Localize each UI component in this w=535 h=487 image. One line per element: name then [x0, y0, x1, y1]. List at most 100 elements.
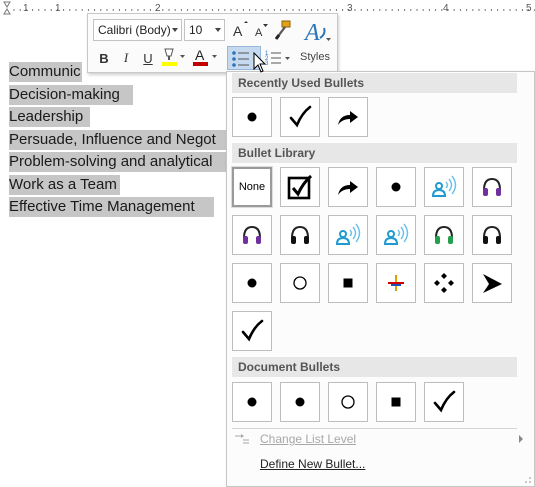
bullet-option[interactable] — [232, 97, 272, 137]
filled-circle-bullet-icon — [247, 112, 257, 122]
bullet-option[interactable] — [424, 215, 464, 255]
ruler-number: 3 — [347, 3, 353, 14]
document-line[interactable]: Persuade, Influence and Negot — [9, 130, 226, 150]
highlight-color-button[interactable] — [160, 47, 186, 67]
change-level-icon — [235, 434, 249, 444]
font-name-dropdown[interactable]: Calibri (Body) — [93, 19, 182, 41]
section-header-document: Document Bullets — [232, 357, 517, 377]
svg-text:A: A — [233, 23, 243, 39]
filled-circle-bullet-icon — [391, 182, 401, 192]
document-line[interactable]: Decision-making — [9, 85, 133, 105]
shrink-font-button[interactable]: A — [252, 20, 270, 40]
resize-grip-icon[interactable] — [524, 476, 532, 484]
document-line[interactable]: Problem-solving and analytical — [9, 152, 226, 172]
numbering-button[interactable]: 1 2 3 — [263, 48, 293, 68]
filled-circle-bullet-icon — [247, 278, 257, 288]
ruler-number: 1 — [55, 3, 61, 14]
bullet-gallery-dropdown: Recently Used Bullets Bullet Library Non… — [226, 71, 535, 487]
chevron-down-icon — [215, 28, 221, 32]
section-header-recent: Recently Used Bullets — [232, 73, 517, 93]
bullet-option[interactable] — [424, 167, 464, 207]
font-color-button[interactable]: A — [190, 47, 218, 67]
arrowhead-bullet-icon — [483, 274, 502, 293]
headphones-black-bullet-icon — [291, 225, 309, 244]
bullet-option[interactable] — [328, 167, 368, 207]
ruler-number: 1 — [23, 3, 29, 14]
arrow-bullet-icon — [338, 111, 358, 125]
grow-font-button[interactable]: A — [230, 20, 250, 40]
document-line[interactable]: Leadership — [9, 107, 90, 127]
bullet-option[interactable] — [424, 263, 464, 303]
font-name-value: Calibri (Body) — [98, 23, 171, 37]
format-painter-icon — [274, 20, 291, 40]
font-size-value: 10 — [189, 23, 203, 37]
bold-button[interactable]: B — [96, 48, 112, 68]
bullet-option[interactable] — [472, 263, 512, 303]
bullet-option[interactable] — [280, 263, 320, 303]
star-color-bullet-icon — [388, 275, 404, 291]
bullet-option[interactable] — [280, 215, 320, 255]
arrow-bullet-icon — [338, 181, 358, 195]
svg-text:A: A — [195, 47, 205, 63]
italic-button[interactable]: I — [118, 48, 134, 68]
bullet-option[interactable] — [232, 263, 272, 303]
change-list-level-item[interactable]: Change List Level — [227, 428, 534, 450]
bullet-option[interactable] — [232, 215, 272, 255]
shrink-font-icon: A — [255, 24, 268, 39]
chevron-right-icon — [519, 435, 523, 443]
bullet-option[interactable] — [472, 215, 512, 255]
checkbox-bullet-icon — [287, 174, 313, 200]
bullet-option[interactable] — [376, 167, 416, 207]
svg-text:A: A — [303, 20, 320, 46]
styles-icon: A — [303, 20, 331, 46]
checkmark-bullet-icon — [433, 390, 456, 413]
document-line[interactable]: Work as a Team — [9, 175, 120, 195]
chevron-down-icon — [172, 28, 178, 32]
four-diamonds-bullet-icon — [434, 273, 454, 293]
bullet-option[interactable] — [232, 382, 272, 422]
bullet-option[interactable] — [328, 215, 368, 255]
define-new-bullet-item[interactable]: Define New Bullet... — [227, 453, 534, 475]
font-color-icon: A — [193, 47, 217, 66]
filled-circle-bullet-icon — [247, 397, 257, 407]
none-label: None — [238, 181, 266, 193]
person-wifi-blue-bullet-icon — [335, 223, 361, 245]
font-size-dropdown[interactable]: 10 — [184, 19, 225, 41]
bullet-option[interactable] — [472, 167, 512, 207]
bullet-option[interactable] — [328, 382, 368, 422]
bullet-option[interactable] — [328, 263, 368, 303]
ruler-number: 4 — [443, 3, 449, 14]
bullet-option[interactable] — [280, 97, 320, 137]
headphones-black-bullet-icon — [483, 225, 501, 244]
checkmark-bullet-icon — [241, 319, 264, 342]
bullet-option[interactable] — [376, 263, 416, 303]
bullet-option[interactable] — [424, 382, 464, 422]
change-list-level-label: Change List Level — [260, 432, 357, 446]
numbered-list-icon: 1 2 3 — [265, 51, 290, 67]
headphones-green-bullet-icon — [435, 225, 453, 244]
section-header-library: Bullet Library — [232, 143, 517, 163]
bullet-option-none[interactable]: None — [231, 166, 273, 208]
square-bullet-icon — [391, 397, 401, 407]
ruler-number: 5 — [526, 3, 532, 14]
headphones-purple-bullet-icon — [243, 225, 261, 244]
underline-button[interactable]: U — [140, 48, 156, 68]
person-wifi-blue-bullet-icon — [431, 175, 457, 197]
bullet-option[interactable] — [280, 382, 320, 422]
svg-text:A: A — [255, 27, 263, 39]
document-line[interactable]: Communic — [9, 62, 82, 82]
person-wifi-blue-bullet-icon — [383, 223, 409, 245]
hollow-circle-bullet-icon — [341, 395, 355, 409]
bullet-option[interactable] — [376, 215, 416, 255]
define-new-bullet-label: Define New Bullet... — [260, 457, 366, 471]
document-line[interactable]: Effective Time Management — [9, 197, 214, 217]
bullet-option[interactable] — [328, 97, 368, 137]
mini-toolbar: Calibri (Body) 10 A A A Styles B I U A 1… — [87, 13, 338, 73]
highlighter-icon — [162, 48, 185, 66]
format-painter-button[interactable] — [272, 20, 294, 40]
bullet-option[interactable] — [232, 311, 272, 351]
square-bullet-icon — [343, 278, 353, 288]
styles-button[interactable]: A — [300, 17, 334, 47]
bullet-option[interactable] — [376, 382, 416, 422]
bullet-option[interactable] — [280, 167, 320, 207]
